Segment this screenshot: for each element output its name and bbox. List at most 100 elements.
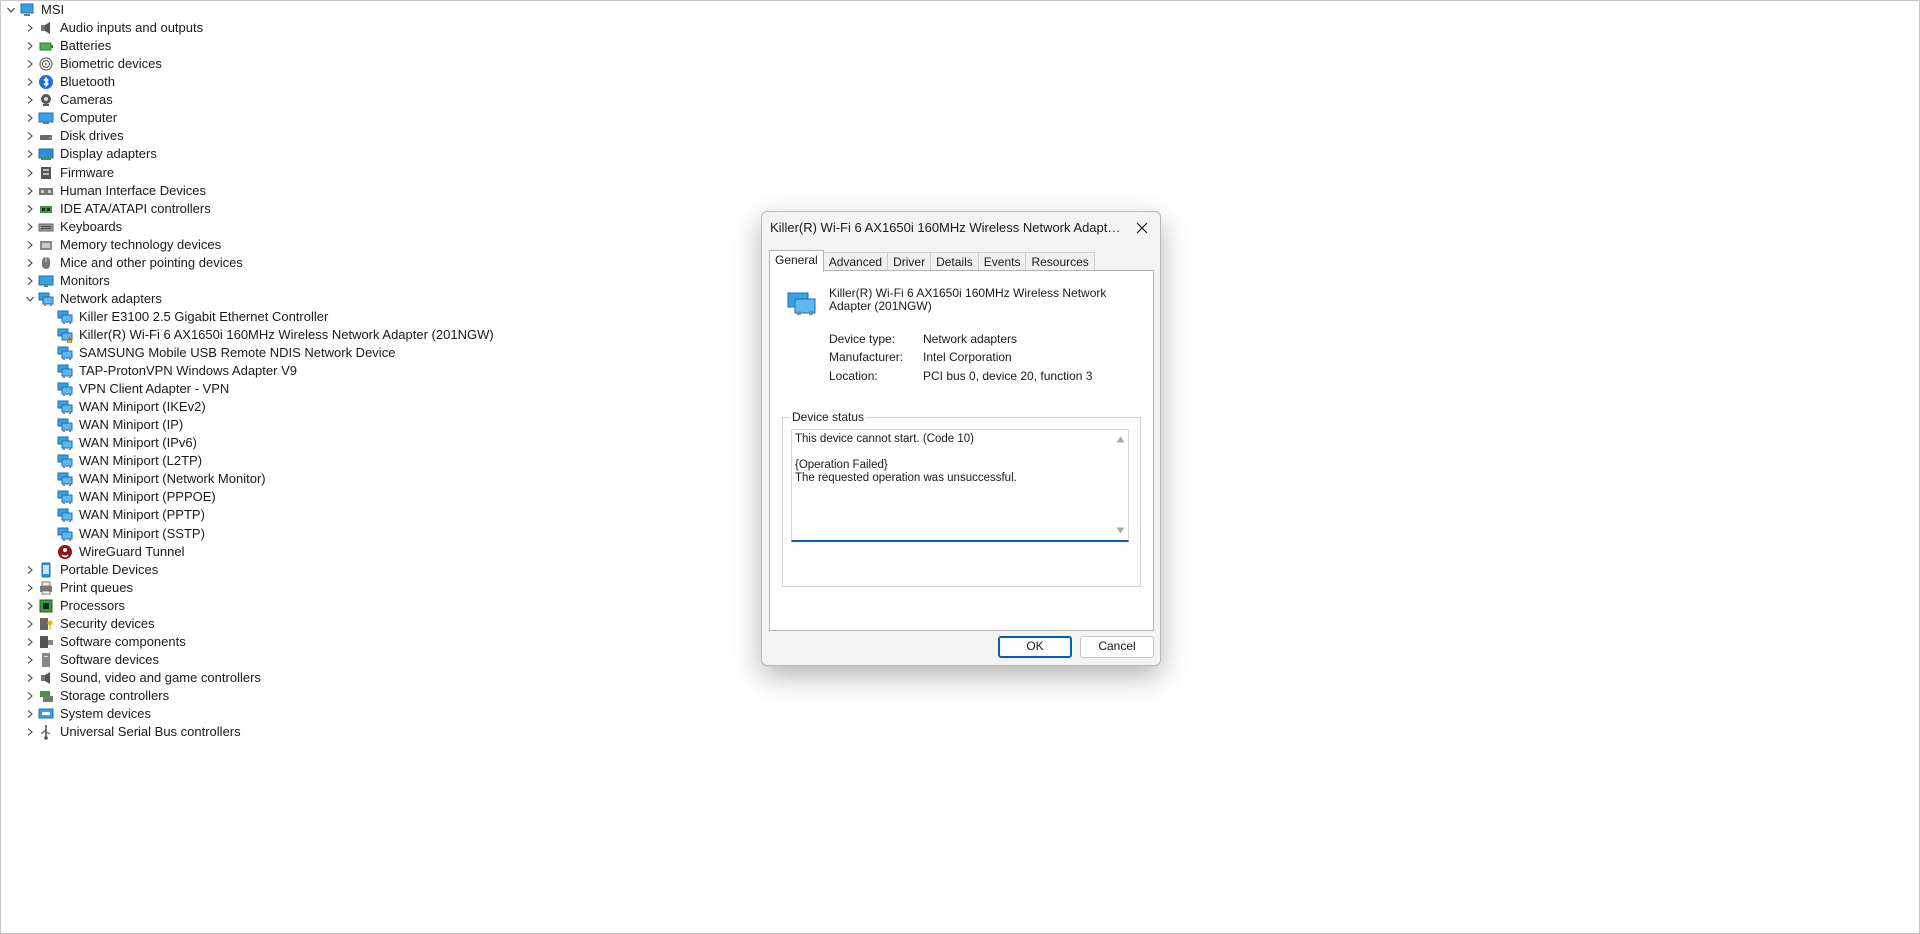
- tree-item-software-components[interactable]: Software components: [23, 633, 186, 651]
- tab-resources[interactable]: Resources: [1025, 252, 1095, 271]
- tree-item-samsung-mobile-usb-remote-ndis-network-device[interactable]: SAMSUNG Mobile USB Remote NDIS Network D…: [42, 344, 395, 362]
- chevron-right-icon[interactable]: [23, 615, 37, 633]
- tree-item-label: MSI: [41, 2, 65, 17]
- device-type-label: Device type:: [829, 332, 896, 346]
- scroll-up-icon[interactable]: [1116, 435, 1125, 444]
- tree-item-killer-e3100-2-5-gigabit-ethernet-controller[interactable]: Killer E3100 2.5 Gigabit Ethernet Contro…: [42, 308, 328, 326]
- manufacturer-value: Intel Corporation: [923, 350, 1012, 364]
- chevron-right-icon[interactable]: [23, 633, 37, 651]
- tree-item-storage-controllers[interactable]: Storage controllers: [23, 687, 169, 705]
- chevron-right-icon[interactable]: [23, 236, 37, 254]
- tree-item-vpn-client-adapter-vpn[interactable]: VPN Client Adapter - VPN: [42, 380, 229, 398]
- chevron-right-icon[interactable]: [23, 109, 37, 127]
- tab-driver[interactable]: Driver: [887, 252, 932, 271]
- tree-item-network-adapters[interactable]: Network adapters: [23, 290, 162, 308]
- portable-device-icon: [37, 561, 55, 579]
- scroll-down-icon[interactable]: [1116, 526, 1125, 535]
- tree-item-label: SAMSUNG Mobile USB Remote NDIS Network D…: [79, 344, 396, 360]
- tree-item-computer[interactable]: Computer: [23, 109, 117, 127]
- properties-dialog: Killer(R) Wi-Fi 6 AX1650i 160MHz Wireles…: [761, 211, 1161, 666]
- chevron-right-icon[interactable]: [23, 37, 37, 55]
- tab-general[interactable]: General: [769, 250, 824, 272]
- tree-item-processors[interactable]: Processors: [23, 597, 125, 615]
- tree-item-label: Universal Serial Bus controllers: [60, 724, 241, 739]
- tree-item-ide-ata-atapi-controllers[interactable]: IDE ATA/ATAPI controllers: [23, 200, 211, 218]
- location-value: PCI bus 0, device 20, function 3: [923, 369, 1093, 383]
- tree-item-print-queues[interactable]: Print queues: [23, 579, 133, 597]
- tree-item-label: Killer E3100 2.5 Gigabit Ethernet Contro…: [79, 308, 329, 324]
- chevron-right-icon[interactable]: [23, 561, 37, 579]
- security-device-icon: [37, 615, 55, 633]
- chevron-right-icon[interactable]: [23, 182, 37, 200]
- close-button[interactable]: [1130, 216, 1154, 240]
- speaker-icon: [37, 19, 55, 37]
- chevron-right-icon[interactable]: [23, 651, 37, 669]
- tree-item-wan-miniport-pppoe[interactable]: WAN Miniport (PPPOE): [42, 488, 216, 506]
- tab-details[interactable]: Details: [930, 252, 979, 271]
- tree-item-firmware[interactable]: Firmware: [23, 164, 114, 182]
- tree-item-bluetooth[interactable]: Bluetooth: [23, 73, 115, 91]
- tree-item-root[interactable]: MSI: [4, 1, 64, 19]
- tree-item-universal-serial-bus-controllers[interactable]: Universal Serial Bus controllers: [23, 723, 241, 741]
- chevron-right-icon[interactable]: [23, 73, 37, 91]
- tree-item-wan-miniport-pptp[interactable]: WAN Miniport (PPTP): [42, 506, 205, 524]
- status-scrollbar[interactable]: [1113, 430, 1128, 540]
- tree-item-human-interface-devices[interactable]: Human Interface Devices: [23, 182, 206, 200]
- chevron-right-icon[interactable]: [23, 91, 37, 109]
- chevron-right-icon[interactable]: [23, 200, 37, 218]
- tree-item-audio-inputs-and-outputs[interactable]: Audio inputs and outputs: [23, 19, 203, 37]
- tree-item-software-devices[interactable]: Software devices: [23, 651, 159, 669]
- chevron-right-icon[interactable]: [23, 127, 37, 145]
- chevron-right-icon[interactable]: [23, 164, 37, 182]
- chevron-right-icon[interactable]: [23, 687, 37, 705]
- tree-item-memory-technology-devices[interactable]: Memory technology devices: [23, 236, 221, 254]
- status-line: The requested operation was unsuccessful…: [795, 472, 1017, 484]
- chevron-down-icon[interactable]: [23, 290, 37, 308]
- tree-item-wireguard-tunnel[interactable]: WireGuard Tunnel: [42, 543, 185, 561]
- device-status-textbox[interactable]: This device cannot start. (Code 10) {Ope…: [791, 429, 1129, 542]
- tree-item-wan-miniport-l2tp[interactable]: WAN Miniport (L2TP): [42, 452, 202, 470]
- chevron-right-icon[interactable]: [23, 579, 37, 597]
- network-adapter-icon: [56, 344, 74, 362]
- device-status-text: This device cannot start. (Code 10) {Ope…: [795, 433, 1105, 485]
- tree-item-display-adapters[interactable]: Display adapters: [23, 145, 157, 163]
- chevron-right-icon[interactable]: [23, 705, 37, 723]
- chevron-right-icon[interactable]: [23, 254, 37, 272]
- tree-item-disk-drives[interactable]: Disk drives: [23, 127, 124, 145]
- tree-item-sound-video-and-game-controllers[interactable]: Sound, video and game controllers: [23, 669, 261, 687]
- tree-item-wan-miniport-ikev2[interactable]: WAN Miniport (IKEv2): [42, 398, 206, 416]
- tree-item-portable-devices[interactable]: Portable Devices: [23, 561, 158, 579]
- tree-item-mice-and-other-pointing-devices[interactable]: Mice and other pointing devices: [23, 254, 243, 272]
- chevron-right-icon[interactable]: [23, 19, 37, 37]
- tree-item-batteries[interactable]: Batteries: [23, 37, 111, 55]
- tree-item-wan-miniport-sstp[interactable]: WAN Miniport (SSTP): [42, 525, 205, 543]
- tree-item-label: Biometric devices: [60, 56, 162, 72]
- chevron-down-icon[interactable]: [4, 1, 18, 19]
- tree-item-biometric-devices[interactable]: Biometric devices: [23, 55, 162, 73]
- chevron-right-icon[interactable]: [23, 218, 37, 236]
- tree-item-keyboards[interactable]: Keyboards: [23, 218, 122, 236]
- chevron-right-icon[interactable]: [23, 272, 37, 290]
- tree-item-wan-miniport-ipv6[interactable]: WAN Miniport (IPv6): [42, 434, 197, 452]
- tree-item-wan-miniport-network-monitor[interactable]: WAN Miniport (Network Monitor): [42, 470, 266, 488]
- cancel-button[interactable]: Cancel: [1080, 636, 1154, 658]
- tree-item-cameras[interactable]: Cameras: [23, 91, 113, 109]
- chevron-right-icon[interactable]: [23, 669, 37, 687]
- tree-item-label: Processors: [60, 597, 126, 613]
- tab-events[interactable]: Events: [977, 252, 1027, 271]
- tree-item-security-devices[interactable]: Security devices: [23, 615, 155, 633]
- tree-item-killer-r-wi-fi-6-ax1650i-160mhz-wireless-network-adapter-201ngw[interactable]: Killer(R) Wi-Fi 6 AX1650i 160MHz Wireles…: [42, 326, 494, 344]
- chevron-right-icon[interactable]: [23, 723, 37, 741]
- tab-advanced[interactable]: Advanced: [822, 252, 889, 271]
- chevron-right-icon[interactable]: [23, 145, 37, 163]
- chevron-right-icon[interactable]: [23, 597, 37, 615]
- tree-item-tap-protonvpn-windows-adapter-v9[interactable]: TAP-ProtonVPN Windows Adapter V9: [42, 362, 297, 380]
- ok-button[interactable]: OK: [998, 636, 1072, 658]
- chevron-right-icon[interactable]: [23, 55, 37, 73]
- tree-item-wan-miniport-ip[interactable]: WAN Miniport (IP): [42, 416, 183, 434]
- tree-item-label: Memory technology devices: [60, 236, 222, 252]
- tree-item-monitors[interactable]: Monitors: [23, 272, 110, 290]
- tree-item-label: Computer: [60, 110, 118, 126]
- tree-item-system-devices[interactable]: System devices: [23, 705, 151, 723]
- network-adapter-icon: [56, 525, 74, 543]
